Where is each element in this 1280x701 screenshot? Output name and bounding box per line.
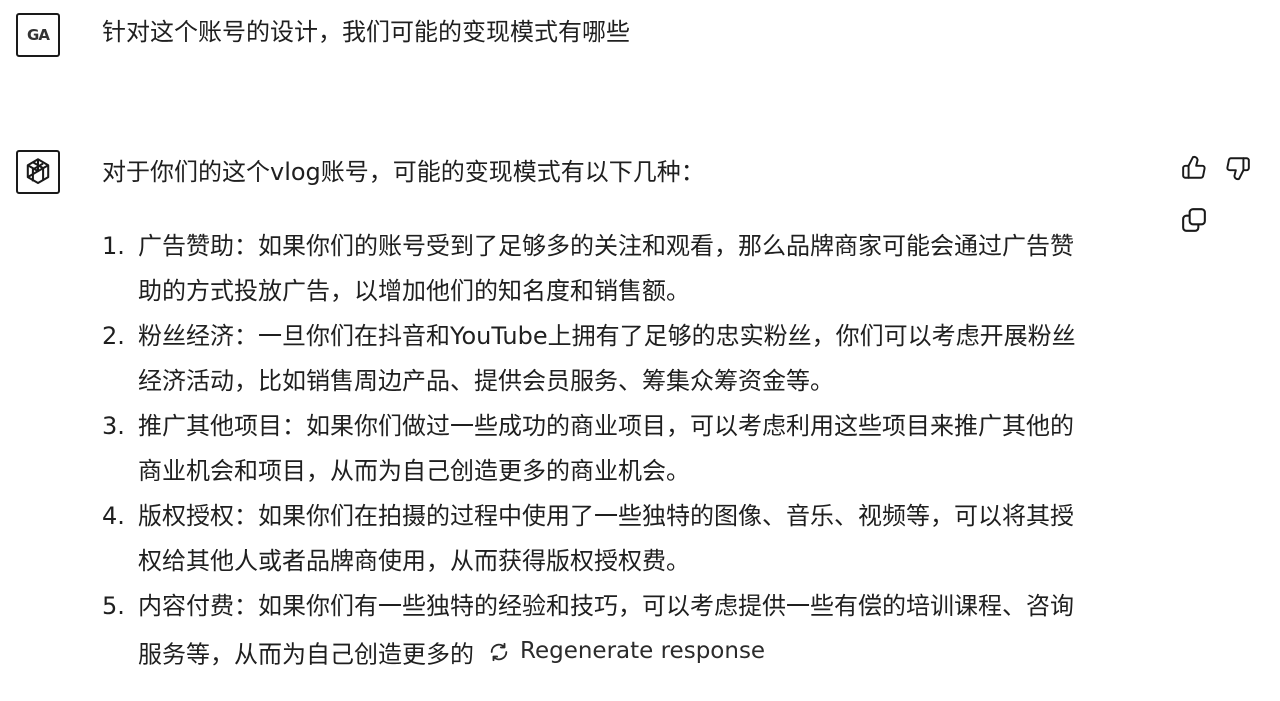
monetization-list: 1. 广告赞助：如果你们的账号受到了足够多的关注和观看，那么品牌商家可能会通过广… bbox=[102, 224, 1162, 678]
list-item: 1. 广告赞助：如果你们的账号受到了足够多的关注和观看，那么品牌商家可能会通过广… bbox=[102, 224, 1152, 314]
assistant-message: 对于你们的这个vlog账号，可能的变现模式有以下几种： 1. 广告赞助：如果你们… bbox=[102, 154, 1162, 678]
list-item-line-last: 服务等，从而为自己创造更多的 Regenerate response bbox=[138, 629, 1152, 678]
openai-logo-icon bbox=[26, 158, 50, 185]
message-actions bbox=[1176, 152, 1256, 242]
user-avatar: GA bbox=[16, 13, 60, 57]
list-item-line: 推广其他项目：如果你们做过一些成功的商业项目，可以考虑利用这些项目来推广其他的 bbox=[138, 412, 1074, 440]
assistant-intro: 对于你们的这个vlog账号，可能的变现模式有以下几种： bbox=[102, 158, 705, 186]
list-item: 4. 版权授权：如果你们在拍摄的过程中使用了一些独特的图像、音乐、视频等，可以将… bbox=[102, 494, 1152, 584]
list-number: 3. bbox=[102, 412, 125, 440]
assistant-avatar bbox=[16, 150, 60, 194]
list-item-line: 版权授权：如果你们在拍摄的过程中使用了一些独特的图像、音乐、视频等，可以将其授 bbox=[138, 502, 1074, 530]
refresh-icon bbox=[490, 642, 508, 661]
list-item-line: 助的方式投放广告，以增加他们的知名度和销售额。 bbox=[138, 277, 690, 305]
thumb-up-button[interactable] bbox=[1178, 152, 1210, 184]
list-item-line: 粉丝经济：一旦你们在抖音和YouTube上拥有了足够的忠实粉丝，你们可以考虑开展… bbox=[138, 322, 1076, 350]
copy-icon bbox=[1182, 208, 1206, 232]
list-item-line: 商业机会和项目，从而为自己创造更多的商业机会。 bbox=[138, 457, 690, 485]
thumb-up-icon bbox=[1182, 155, 1206, 179]
list-item: 3. 推广其他项目：如果你们做过一些成功的商业项目，可以考虑利用这些项目来推广其… bbox=[102, 404, 1152, 494]
list-item-line: 经济活动，比如销售周边产品、提供会员服务、筹集众筹资金等。 bbox=[138, 367, 834, 395]
regenerate-response-label: Regenerate response bbox=[520, 638, 766, 664]
user-message: 针对这个账号的设计，我们可能的变现模式有哪些 bbox=[102, 18, 630, 46]
thumb-down-icon bbox=[1226, 157, 1250, 181]
regenerate-response-button[interactable]: Regenerate response bbox=[488, 629, 765, 674]
list-number: 2. bbox=[102, 322, 125, 350]
list-number: 1. bbox=[102, 232, 125, 260]
chat-page: GA 针对这个账号的设计，我们可能的变现模式有哪些 对于你们的这个vlog账号，… bbox=[0, 0, 1280, 701]
thumb-down-button[interactable] bbox=[1222, 152, 1254, 184]
list-item-line-text: 服务等，从而为自己创造更多的 bbox=[138, 640, 474, 669]
copy-button[interactable] bbox=[1178, 204, 1210, 236]
list-item: 2. 粉丝经济：一旦你们在抖音和YouTube上拥有了足够的忠实粉丝，你们可以考… bbox=[102, 314, 1152, 404]
list-number: 5. bbox=[102, 592, 125, 620]
list-item-line: 广告赞助：如果你们的账号受到了足够多的关注和观看，那么品牌商家可能会通过广告赞 bbox=[138, 232, 1074, 260]
list-item: 5. 内容付费：如果你们有一些独特的经验和技巧，可以考虑提供一些有偿的培训课程、… bbox=[102, 584, 1152, 678]
user-avatar-text: GA bbox=[27, 26, 50, 44]
list-number: 4. bbox=[102, 502, 125, 530]
list-item-line: 权给其他人或者品牌商使用，从而获得版权授权费。 bbox=[138, 547, 690, 575]
list-item-line: 内容付费：如果你们有一些独特的经验和技巧，可以考虑提供一些有偿的培训课程、咨询 bbox=[138, 592, 1074, 620]
